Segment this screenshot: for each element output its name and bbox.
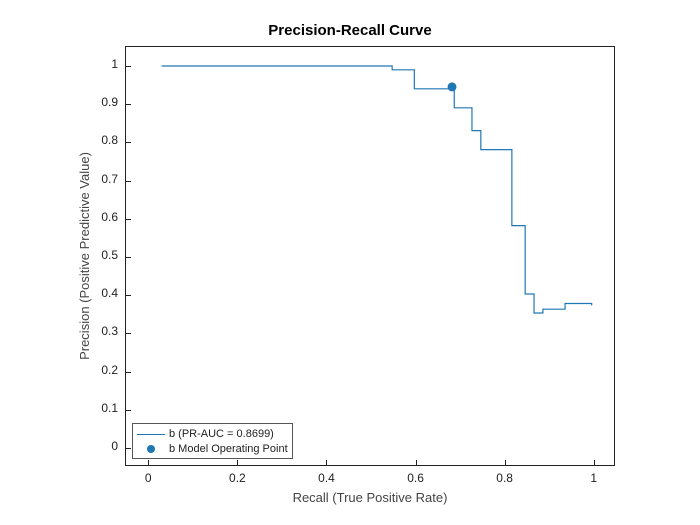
pr-curve-svg (126, 47, 614, 465)
y-tick-label: 0.3 (101, 324, 118, 338)
y-tick-mark (126, 410, 131, 411)
legend-label: b (PR-AUC = 0.8699) (169, 428, 274, 440)
legend-line-icon (137, 427, 165, 441)
y-tick-label: 1 (111, 57, 118, 71)
y-tick-label: 0.8 (101, 133, 118, 147)
operating-point-marker (448, 82, 457, 91)
legend-label: b Model Operating Point (169, 443, 288, 455)
x-tick-label: 0.8 (496, 471, 513, 485)
x-tick-label: 0.6 (407, 471, 424, 485)
pr-curve-line (162, 66, 592, 313)
x-tick-mark (505, 460, 506, 465)
legend-item: b (PR-AUC = 0.8699) (137, 426, 288, 441)
x-tick-label: 0.2 (229, 471, 246, 485)
legend-marker-icon (137, 442, 165, 456)
y-tick-mark (126, 104, 131, 105)
x-axis-label: Recall (True Positive Rate) (125, 490, 615, 505)
x-tick-mark (237, 460, 238, 465)
figure: { "chart_data": { "type": "line", "title… (0, 0, 700, 525)
x-tick-mark (326, 460, 327, 465)
y-tick-mark (126, 448, 131, 449)
y-tick-mark (126, 295, 131, 296)
x-tick-mark (148, 460, 149, 465)
legend: b (PR-AUC = 0.8699) b Model Operating Poi… (132, 423, 293, 459)
x-tick-label: 1 (590, 471, 597, 485)
y-tick-label: 0.9 (101, 95, 118, 109)
y-tick-label: 0.2 (101, 363, 118, 377)
y-tick-mark (126, 257, 131, 258)
y-axis-label: Precision (Positive Predictive Value) (77, 146, 92, 366)
y-tick-mark (126, 372, 131, 373)
y-tick-label: 0.1 (101, 401, 118, 415)
y-tick-label: 0 (111, 439, 118, 453)
legend-item: b Model Operating Point (137, 441, 288, 456)
y-tick-label: 0.4 (101, 286, 118, 300)
y-tick-mark (126, 333, 131, 334)
x-tick-label: 0 (145, 471, 152, 485)
x-tick-mark (594, 460, 595, 465)
y-tick-mark (126, 142, 131, 143)
y-tick-label: 0.6 (101, 210, 118, 224)
chart-title: Precision-Recall Curve (0, 22, 700, 39)
y-tick-mark (126, 219, 131, 220)
y-tick-mark (126, 66, 131, 67)
y-tick-mark (126, 181, 131, 182)
x-tick-mark (416, 460, 417, 465)
y-tick-label: 0.5 (101, 248, 118, 262)
y-tick-label: 0.7 (101, 172, 118, 186)
x-tick-label: 0.4 (318, 471, 335, 485)
plot-area: 00.20.40.60.8100.10.20.30.40.50.60.70.80… (125, 46, 615, 466)
